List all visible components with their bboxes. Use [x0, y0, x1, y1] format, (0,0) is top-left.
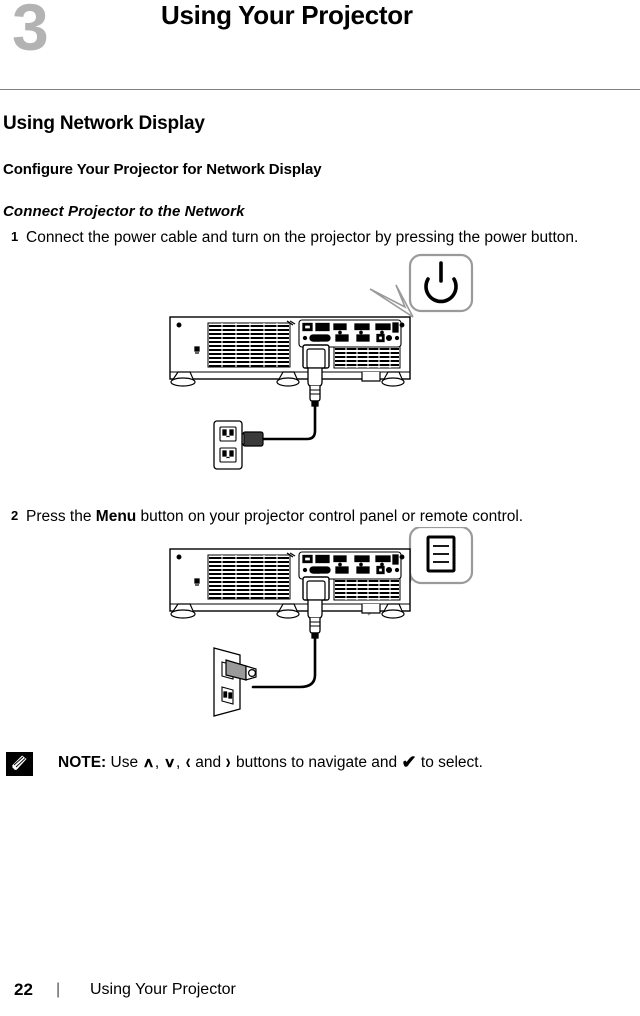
chevron-up-icon: ∧ — [142, 755, 155, 771]
wall-outlet — [213, 647, 257, 718]
left-vent-grille — [207, 322, 291, 368]
chapter-title: Using Your Projector — [161, 0, 413, 30]
chevron-right-icon: › — [226, 751, 232, 775]
projector-menu-diagram — [169, 527, 474, 718]
connector-panel — [298, 551, 402, 580]
note-label: NOTE: — [58, 754, 107, 772]
page-footer: 22 | Using Your Projector — [0, 980, 640, 1004]
check-icon: ✔ — [401, 752, 417, 773]
step-text-before: Press the — [26, 507, 96, 525]
footer-page-number: 22 — [14, 980, 33, 999]
step-bold-term: Menu — [95, 507, 137, 525]
chapter-header: 3 Using Your Projector — [0, 0, 640, 90]
power-cable — [260, 404, 317, 440]
menu-icon — [426, 535, 456, 573]
note-block: NOTE: Use ∧, ∨, ‹ and › buttons to navig… — [0, 750, 640, 784]
note-text-3: buttons to navigate and — [231, 754, 402, 772]
section-heading-level1: Using Network Display — [3, 113, 205, 134]
footer-title: Using Your Projector — [90, 981, 236, 998]
note-sep-2: , — [175, 754, 185, 772]
step-text-after: button on your projector control panel o… — [136, 507, 524, 525]
chevron-down-icon: ∨ — [163, 755, 176, 771]
step-number: 1 — [11, 229, 19, 244]
figure-projector-menu-button — [0, 527, 640, 732]
projector-power-diagram — [169, 253, 474, 470]
note-text-4: to select. — [416, 754, 483, 772]
step-item-1: 1 Connect the power cable and turn on the… — [0, 228, 638, 249]
wall-outlet — [213, 419, 243, 470]
note-sep-1: , — [154, 754, 164, 772]
page-root: { "chapter": { "number": "3", "title": "… — [0, 0, 640, 1016]
footer-separator: | — [56, 981, 61, 998]
callout-tail — [369, 284, 414, 318]
step-text: Connect the power cable and turn on the … — [26, 229, 579, 246]
ac-power-inlet — [302, 572, 330, 601]
left-vent-grille — [207, 554, 291, 600]
section-heading-level2: Configure Your Projector for Network Dis… — [3, 161, 322, 178]
power-cable — [251, 636, 317, 689]
section-heading-level3: Connect Projector to the Network — [3, 203, 245, 220]
step-item-2: 2 Press the Menu button on your projector… — [0, 507, 638, 528]
page-content: Using Network Display Configure Your Pro… — [0, 90, 640, 784]
power-cord-connector — [307, 366, 323, 407]
right-vent-grille — [333, 345, 401, 369]
power-cord-connector — [307, 599, 323, 639]
note-pencil-icon — [6, 752, 33, 777]
note-text-2: and — [190, 754, 226, 772]
figure-projector-power-connection — [0, 249, 640, 499]
right-vent-grille — [333, 577, 401, 601]
note-text-1: Use — [106, 754, 143, 772]
chapter-number: 3 — [12, 0, 49, 64]
chevron-left-icon: ‹ — [185, 751, 191, 775]
ac-power-inlet — [302, 339, 330, 369]
step-number: 2 — [11, 507, 19, 523]
connector-panel — [298, 319, 402, 348]
